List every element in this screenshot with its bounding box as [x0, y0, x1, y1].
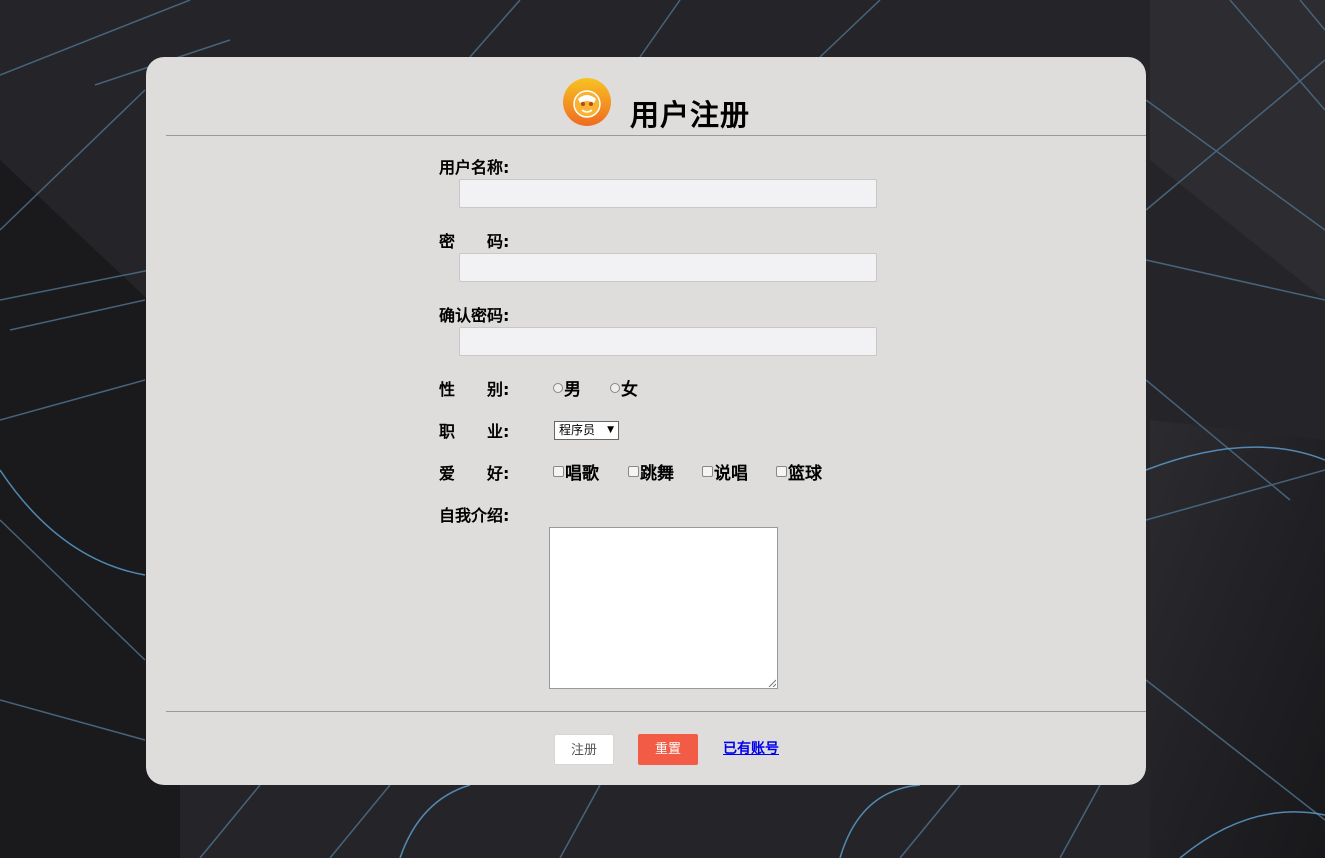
monkey-logo-icon — [563, 78, 611, 126]
register-button[interactable]: 注册 — [554, 734, 614, 765]
hobby-label: 爱 好: — [439, 464, 510, 483]
checkbox[interactable] — [628, 466, 639, 477]
resize-handle-icon[interactable] — [768, 679, 776, 687]
checkbox[interactable] — [776, 466, 787, 477]
hobby-option-sing[interactable]: 唱歌 — [553, 463, 599, 485]
hobby-option-basketball[interactable]: 篮球 — [776, 463, 822, 485]
gender-option-female[interactable]: 女 — [610, 379, 638, 401]
username-label: 用户名称: — [439, 158, 510, 177]
registration-card: 用户注册 用户名称: 密 码: 确认密码: 性 别: 男 女 职 业: 程序员 … — [146, 57, 1146, 785]
confirm-password-label: 确认密码: — [439, 306, 510, 325]
confirm-password-input[interactable] — [459, 327, 877, 356]
password-label: 密 码: — [439, 232, 510, 251]
gender-option-male[interactable]: 男 — [553, 379, 581, 401]
page-title: 用户注册 — [630, 98, 751, 132]
password-input[interactable] — [459, 253, 877, 282]
job-label: 职 业: — [439, 422, 510, 441]
hobby-option-dance[interactable]: 跳舞 — [628, 463, 674, 485]
form-header: 用户注册 — [146, 57, 1146, 135]
hobby-option-rap[interactable]: 说唱 — [702, 463, 748, 485]
chevron-down-icon: ▼ — [607, 425, 614, 435]
gender-label: 性 别: — [439, 380, 510, 399]
username-input[interactable] — [459, 179, 877, 208]
radio-button[interactable] — [610, 383, 620, 393]
intro-textarea[interactable] — [549, 527, 778, 689]
intro-label: 自我介绍: — [439, 506, 510, 525]
footer-divider — [166, 711, 1146, 712]
job-select[interactable]: 程序员 ▼ — [554, 421, 619, 440]
have-account-link[interactable]: 已有账号 — [723, 740, 779, 758]
radio-button[interactable] — [553, 383, 563, 393]
checkbox[interactable] — [553, 466, 564, 477]
checkbox[interactable] — [702, 466, 713, 477]
header-divider — [166, 135, 1146, 136]
reset-button[interactable]: 重置 — [638, 734, 698, 765]
